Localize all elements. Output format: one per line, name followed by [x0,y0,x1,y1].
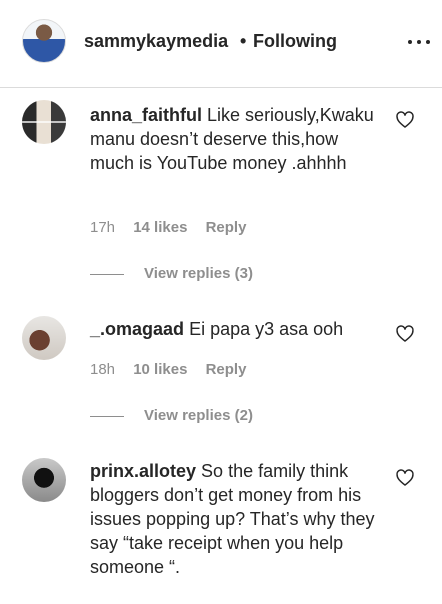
commenter-avatar[interactable] [22,458,66,502]
view-replies-button[interactable]: View replies (3) [90,265,253,282]
comment-time: 18h [90,361,116,378]
view-replies-label: View replies (2) [144,407,253,424]
commenter-avatar[interactable] [22,316,66,360]
like-heart-icon[interactable] [395,468,415,488]
comment-text: Ei papa y3 asa ooh [189,319,344,339]
reply-button[interactable]: Reply [206,219,247,236]
post-header: sammykaymedia • Following [0,0,442,88]
comment-username[interactable]: anna_faithful [90,105,202,125]
like-heart-icon[interactable] [395,324,415,344]
comment-body: anna_faithful Like seriously,Kwaku manu … [90,103,385,175]
comment-body: prinx.allotey So the family think blogge… [90,459,385,579]
comment-time: 17h [90,219,116,236]
comment-likes[interactable]: 10 likes [133,361,187,378]
commenter-avatar[interactable] [22,100,66,144]
comment-meta: 18h 10 likes Reply [90,361,246,378]
comment-username[interactable]: prinx.allotey [90,461,196,481]
view-replies-button[interactable]: View replies (2) [90,407,253,424]
more-options-icon[interactable] [408,34,432,50]
header-username[interactable]: sammykaymedia [84,31,228,52]
replies-divider-line [90,415,124,417]
comment-username[interactable]: _.omagaad [90,319,184,339]
view-replies-label: View replies (3) [144,265,253,282]
profile-avatar[interactable] [22,19,66,63]
like-heart-icon[interactable] [395,110,415,130]
comment-body: _.omagaad Ei papa y3 asa ooh [90,317,385,341]
following-status[interactable]: Following [253,31,337,52]
reply-button[interactable]: Reply [206,361,247,378]
header-separator: • [240,31,247,51]
replies-divider-line [90,273,124,275]
comment-meta: 17h 14 likes Reply [90,219,246,236]
comment-likes[interactable]: 14 likes [133,219,187,236]
